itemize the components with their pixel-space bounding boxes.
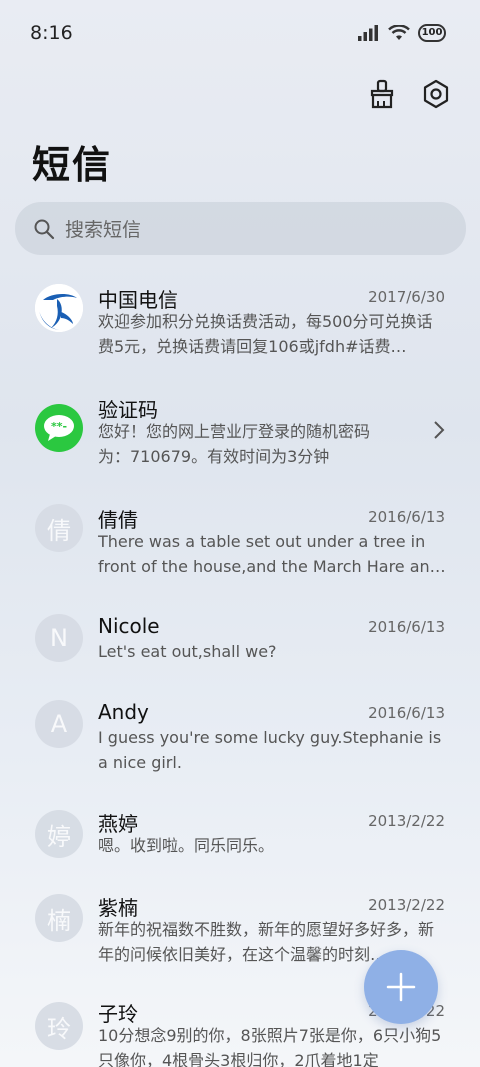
conversation-date: 2016/6/13 (368, 618, 445, 636)
new-message-button[interactable] (364, 950, 438, 1024)
brush-icon (370, 79, 394, 109)
page-title: 短信 (32, 143, 113, 187)
avatar: N (35, 614, 83, 662)
conversation-item[interactable]: **- 验证码 您好！您的网上营业厅登录的随机密码为：710679。有效时间为3… (0, 372, 480, 476)
avatar: 玲 (35, 1002, 83, 1050)
conversation-item[interactable]: A Andy 2016/6/13 I guess you're some luc… (0, 678, 480, 782)
conversation-item[interactable]: 婷 燕婷 2013/2/22 嗯。收到啦。同乐同乐。 (0, 788, 480, 868)
conversation-preview: There was a table set out under a tree i… (98, 532, 446, 576)
conversation-item[interactable]: N Nicole 2016/6/13 Let's eat out,shall w… (0, 592, 480, 672)
conversation-date: 2016/6/13 (368, 508, 445, 526)
conversation-preview: I guess you're some lucky guy.Stephanie … (98, 728, 442, 772)
conversation-preview: 嗯。收到啦。同乐同乐。 (98, 836, 275, 855)
avatar: A (35, 700, 83, 748)
conversation-date: 2013/2/22 (368, 812, 445, 830)
china-telecom-avatar (35, 284, 83, 332)
svg-text:**-: **- (51, 420, 67, 433)
clean-brush-button[interactable] (366, 78, 398, 110)
status-icons: 100 (358, 24, 446, 42)
chevron-right-icon (434, 421, 445, 439)
conversation-preview: 您好！您的网上营业厅登录的随机密码为：710679。有效时间为3分钟 (98, 422, 371, 466)
top-actions (366, 78, 452, 110)
conversation-name: Nicole (98, 614, 160, 638)
search-input[interactable]: 搜索短信 (15, 202, 466, 255)
conversation-preview: Let's eat out,shall we? (98, 642, 277, 661)
conversation-date: 2016/6/13 (368, 704, 445, 722)
verification-avatar: **- (35, 404, 83, 452)
conversation-date: 2013/2/22 (368, 896, 445, 914)
message-bubble-icon: **- (44, 415, 74, 441)
signal-icon (358, 25, 378, 41)
conversation-name: Andy (98, 700, 149, 724)
search-icon (34, 219, 55, 239)
conversation-preview: 欢迎参加积分兑换话费活动，每500分可兑换话费5元，兑换话费请回复106或jfd… (98, 312, 433, 356)
search-placeholder: 搜索短信 (65, 219, 142, 241)
wifi-icon (388, 25, 410, 40)
china-telecom-logo-icon (35, 284, 83, 332)
avatar: 楠 (35, 894, 83, 942)
avatar: 倩 (35, 504, 83, 552)
plus-icon (386, 972, 416, 1002)
settings-hex-icon (423, 79, 449, 109)
avatar: 婷 (35, 810, 83, 858)
conversation-item[interactable]: 倩 倩倩 2016/6/13 There was a table set out… (0, 482, 480, 586)
battery-icon: 100 (418, 24, 446, 42)
conversation-preview: 10分想念9别的你，8张照片7张是你，6只小狗5只像你，4根骨头3根归你，2爪着… (98, 1026, 442, 1067)
status-bar: 8:16 100 (0, 0, 480, 68)
status-time: 8:16 (30, 22, 73, 44)
settings-button[interactable] (420, 78, 452, 110)
conversation-item[interactable]: 中国电信 2017/6/30 欢迎参加积分兑换话费活动，每500分可兑换话费5元… (0, 262, 480, 366)
conversation-date: 2017/6/30 (368, 288, 445, 306)
